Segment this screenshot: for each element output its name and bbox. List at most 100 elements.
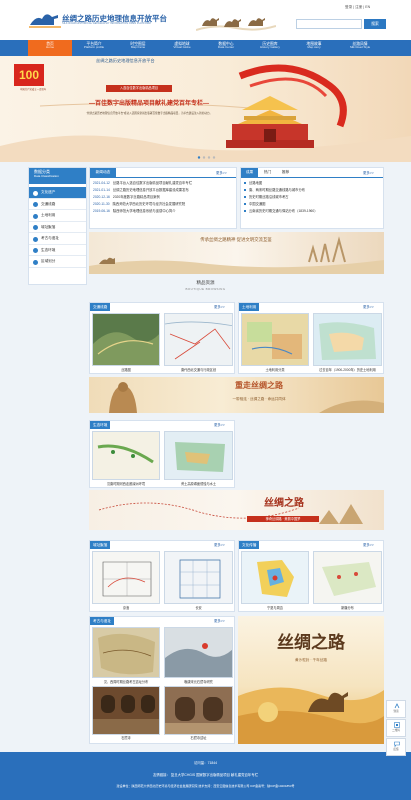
thumb-silk-map[interactable]	[92, 313, 160, 366]
sidebar-item-land-use[interactable]: 土地利用	[29, 210, 86, 222]
banner-title: —百佳数字出版精品项目献礼建党百年专栏—	[88, 101, 209, 107]
ecology-more-link[interactable]: 更多>>	[214, 422, 225, 427]
news-item[interactable]: 2020-11-30 陕西师范大学西北历史环境与经济社会发展研究院	[93, 201, 235, 208]
land-use-more-link[interactable]: 更多>>	[363, 304, 374, 309]
sidebar-item-regions[interactable]: 区域划分	[29, 256, 86, 268]
hero-banner[interactable]	[0, 56, 411, 162]
list-item[interactable]: 中国交通图	[244, 201, 382, 208]
arrow-up-icon	[394, 703, 400, 709]
list-item[interactable]: 丝路地图	[244, 180, 382, 187]
camel-logo-icon	[29, 14, 61, 28]
back-to-top-button[interactable]: 到顶	[386, 700, 406, 718]
silk-dream-banner[interactable]: 丝绸之路 神奇丝绸路 · 美丽中国梦	[89, 490, 384, 530]
news-more-link[interactable]: 更多>>	[216, 170, 227, 175]
terrain-map-image	[93, 332, 159, 365]
poster-subtitle: 黄沙驼铃 · 千年丝路	[295, 658, 327, 662]
tab-recommended[interactable]: 推荐	[277, 168, 294, 177]
bullet-icon	[244, 189, 246, 192]
nav-silk-road-style[interactable]: 丝路风情 Silk Road Style	[336, 40, 384, 56]
nav-platform-en: Platform profile	[83, 45, 105, 50]
news-item[interactable]: 2020-12-16 2020年度数字丝路精品项目案例	[93, 194, 235, 201]
friend-links[interactable]: 友情链接： 复旦大学CHGIS 国家数字出版精品项目 献礼建党百年专栏	[0, 772, 411, 777]
city-label[interactable]: 城址聚落	[90, 541, 111, 549]
thumb-jingluo[interactable]	[92, 551, 160, 604]
sidebar-item-settlements[interactable]: 城址聚落	[29, 222, 86, 233]
list-item[interactable]: 历史时期丝路沿线城市考古	[244, 194, 382, 201]
grotto-photo-image	[93, 695, 159, 734]
culture-more-link[interactable]: 更多>>	[363, 542, 374, 547]
land-use-label[interactable]: 土地利用	[239, 303, 260, 311]
news-item[interactable]: 2021-01-14 丝绸之路历史地理信息开放平台数据库建设成果发布	[93, 187, 235, 194]
list-item[interactable]: 唐、两宋时期丝路交通线路与城市分布	[244, 187, 382, 194]
nav-home[interactable]: 首页 Home	[28, 40, 72, 56]
tabs-more-link[interactable]: 更多>>	[363, 170, 374, 175]
tab-popular[interactable]: 热门	[259, 168, 276, 177]
archaeology-more-link[interactable]: 更多>>	[214, 618, 225, 623]
float-label: 到顶	[393, 710, 399, 713]
sidebar-item-transport[interactable]: 交通线路	[29, 199, 86, 210]
nav-map-frame[interactable]: 时空图层 Map frame	[116, 40, 160, 56]
news-item[interactable]: 2019-06-16 陕西师范大学地理信息系统与遥感中心简介	[93, 208, 235, 215]
banner-background	[0, 64, 411, 162]
news-date: 2020-12-16	[93, 195, 110, 199]
feedback-button[interactable]: 反馈	[386, 738, 406, 756]
tiananmen-gate-icon	[226, 96, 314, 148]
list-item-text: 唐、两宋时期丝路交通线路与城市分布	[249, 188, 306, 192]
thumb-hexi-oasis[interactable]	[92, 431, 160, 480]
nav-platform[interactable]: 平台简介 Platform profile	[72, 40, 116, 56]
nav-globe[interactable]: 虚拟地球 Virtual Globe	[160, 40, 204, 56]
thumb-caption: 唐代西北交通与行政区划	[180, 368, 217, 372]
divider	[90, 177, 236, 178]
land-use-section: 土地利用 更多>> 土地利用分类 过去百年（1900-2000年）历史土地利用	[238, 302, 384, 374]
search-button[interactable]: 搜索	[364, 19, 386, 29]
news-item[interactable]: 2021-04-12 丝路平台入选百佳数字出版精品项目献礼建党百年专栏	[93, 180, 235, 187]
search-input[interactable]	[296, 19, 362, 29]
thumb-land-classification[interactable]	[241, 313, 309, 366]
thumb-tang-transport[interactable]	[164, 313, 233, 366]
thumb-changan[interactable]	[164, 551, 233, 604]
qr-code-button[interactable]: 二维码	[386, 719, 406, 737]
sidebar-item-cultural-heritage[interactable]: 文化遗产	[29, 187, 86, 199]
list-item[interactable]: 云南省历史时期交通与驿站分布（1839-1960）	[244, 208, 382, 215]
thumb-historical-land-use[interactable]	[313, 313, 382, 366]
news-text: 陕西师范大学地理信息系统与遥感中心简介	[112, 209, 176, 213]
region-map-image	[322, 562, 376, 596]
sidebar-item-label: 考古与遗址	[41, 236, 59, 240]
promo-banner[interactable]: 传承丝绸之路精神 促进文明交流互鉴	[89, 232, 384, 274]
thumb-loess-erosion[interactable]	[164, 431, 233, 480]
data-classification-sidebar: 数据分类 Data Classification 文化遗产 交通线路 土地利用 …	[28, 167, 87, 285]
thumb-ningxia[interactable]	[241, 551, 309, 604]
thumb-han-sites[interactable]	[92, 627, 160, 678]
thumb-grotto-temple[interactable]	[92, 686, 160, 735]
thumb-grotto-site[interactable]	[164, 686, 233, 735]
language-link[interactable]: EN	[365, 5, 370, 9]
banner2-title: 丝绸之路	[264, 498, 304, 509]
transport-more-link[interactable]: 更多>>	[214, 304, 225, 309]
culture-label[interactable]: 文化传播	[239, 541, 260, 549]
transport-label[interactable]: 交通线路	[90, 303, 111, 311]
thumb-xinjiang[interactable]	[313, 551, 382, 604]
region-map-image	[257, 560, 294, 597]
city-more-link[interactable]: 更多>>	[214, 542, 225, 547]
silk-road-poster[interactable]: 丝绸之路 黄沙驼铃 · 千年丝路	[238, 616, 384, 744]
news-date: 2021-01-14	[93, 188, 110, 192]
sidebar-item-ecology[interactable]: 生态环境	[29, 245, 86, 256]
register-link[interactable]: 注册	[355, 5, 362, 9]
nav-data-center[interactable]: 数据中心 Data Center	[204, 40, 248, 56]
login-link[interactable]: 登录	[345, 5, 352, 9]
nav-map-story[interactable]: 地图故事 Map story	[292, 40, 336, 56]
carousel-dots[interactable]	[196, 156, 216, 159]
archaeology-label[interactable]: 考古与遗址	[90, 617, 114, 625]
archaeology-section: 考古与遗址 更多>> 汉、西周时期丝路考古遗址分布 晚唐宋元石窟寺研究 石窟寺 …	[89, 616, 235, 744]
sidebar-item-label: 城址聚落	[41, 224, 56, 229]
poster-title: 丝绸之路	[277, 633, 345, 652]
list-item-text: 历史时期丝路沿线城市考古	[249, 195, 289, 199]
ecology-label[interactable]: 生态环境	[90, 421, 111, 429]
tab-achievements[interactable]: 成果	[241, 168, 258, 177]
news-tab[interactable]: 新闻动态	[90, 168, 116, 177]
silk-road-banner[interactable]: 重走丝绸之路 一带相连 · 丝绸之路 · 命运共同体	[89, 377, 384, 413]
thumb-late-tang-grottoes[interactable]	[164, 627, 233, 678]
nav-history-gallery[interactable]: 历史图库 History Gallery	[248, 40, 292, 56]
bullet-icon	[33, 259, 38, 265]
sidebar-item-archaeology[interactable]: 考古与遗址	[29, 233, 86, 245]
